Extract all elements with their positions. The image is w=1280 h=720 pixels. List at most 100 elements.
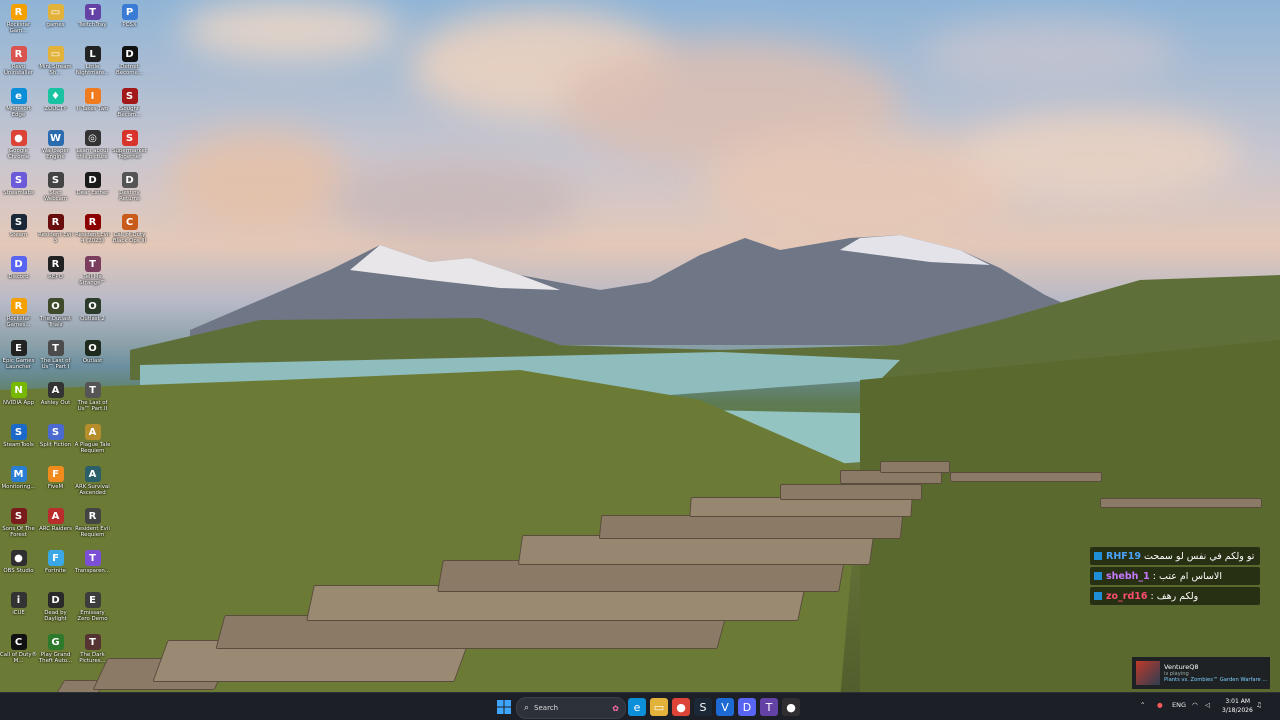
obs-taskbar-icon[interactable]: ● xyxy=(782,698,800,716)
steam-friend-notification[interactable]: VentureQ8 is playing Plants vs. Zombies™… xyxy=(1132,657,1270,689)
desktop-icon[interactable]: I Il Takes Two xyxy=(74,84,111,119)
desktop-icon[interactable]: D Detroit Become... xyxy=(111,42,148,77)
desktop-icon[interactable]: R Resident Evil 3 xyxy=(37,210,74,245)
desktop-icon-label: The Last of Us™ Part I xyxy=(40,358,71,371)
file-explorer-taskbar-icon[interactable]: ▭ xyxy=(650,698,668,716)
taskbar-search[interactable]: ⌕ Search ✿ xyxy=(516,697,626,719)
app-icon: ● xyxy=(10,550,27,566)
system-clock[interactable]: 3:01 AM 3/18/2026 xyxy=(1222,697,1253,715)
desktop-icon[interactable]: P PCSX xyxy=(111,0,148,35)
app-icon: E xyxy=(10,340,27,356)
desktop-icon[interactable]: W Wallpaper Engine xyxy=(37,126,74,161)
desktop-icon[interactable]: S Steam xyxy=(0,210,37,245)
edge-taskbar-icon[interactable]: e xyxy=(628,698,646,716)
desktop-icon[interactable]: A Ashley Out xyxy=(37,378,74,413)
chrome-taskbar-icon[interactable]: ● xyxy=(672,698,690,716)
desktop-icon[interactable]: T The Last of Us™ Part I xyxy=(37,336,74,371)
desktop-icon-label: Wallpaper Engine xyxy=(42,148,69,161)
app-icon: R xyxy=(47,214,64,230)
desktop-icon[interactable]: T The Last of Us™ Part II xyxy=(74,378,111,413)
desktop-icon[interactable]: T The Dark Pictures... xyxy=(74,630,111,665)
desktop-icon-label: ARK Survival Ascended xyxy=(75,484,110,497)
desktop[interactable]: R Rockstar Gam... ▭ games T TwitchTray P PCSX R R… xyxy=(0,0,1280,720)
desktop-icon-label: Emissary Zero Demo xyxy=(77,610,108,623)
desktop-icon[interactable]: D Discord xyxy=(0,252,37,287)
twitch-icon xyxy=(1094,552,1102,560)
desktop-icon[interactable]: T Transparen... xyxy=(74,546,111,581)
volume-icon[interactable]: ◁ xyxy=(1205,701,1210,709)
twitch-icon xyxy=(1094,572,1102,580)
desktop-icon[interactable]: F Fortnite xyxy=(37,546,74,581)
desktop-icon[interactable]: T Tell Me Strange™ xyxy=(74,252,111,287)
steam-taskbar-icon[interactable]: S xyxy=(694,698,712,716)
app-icon: T xyxy=(84,634,101,650)
desktop-icon[interactable]: G Play Grand Theft Auto... xyxy=(37,630,74,665)
desktop-icon[interactable]: L Little Nightmare... xyxy=(74,42,111,77)
app-icon: ▭ xyxy=(47,46,64,62)
desktop-icon[interactable]: M Monitoring... xyxy=(0,462,37,497)
desktop-icon-label: Resident Evil 3 xyxy=(38,232,73,245)
desktop-icon[interactable]: ▭ Mini Stream Sh... xyxy=(37,42,74,77)
desktop-icon[interactable]: C Call of Duty® M... xyxy=(0,630,37,665)
twitch-taskbar-icon[interactable]: T xyxy=(760,698,778,716)
desktop-icon[interactable]: D Dead by Daylight xyxy=(37,588,74,623)
desktop-icon[interactable]: i iCUE xyxy=(0,588,37,623)
clock-date: 3/18/2026 xyxy=(1222,707,1253,714)
desktop-icon[interactable]: S SteamTools xyxy=(0,420,37,455)
desktop-icon-label: Call of Duty® M... xyxy=(0,652,37,665)
desktop-icon[interactable]: S Stan Webcam xyxy=(37,168,74,203)
desktop-icon[interactable]: R Resident Evil Requiem xyxy=(74,504,111,539)
desktop-icon[interactable]: ● Google Chrome xyxy=(0,126,37,161)
app-icon: C xyxy=(121,214,138,230)
tray-overflow-icon[interactable]: ⌃ xyxy=(1140,701,1145,709)
start-button[interactable] xyxy=(495,698,513,716)
desktop-icon[interactable]: A A Plague Tale Requiem xyxy=(74,420,111,455)
app-icon: A xyxy=(47,382,64,398)
desktop-icon[interactable]: D Dear Esther xyxy=(74,168,111,203)
desktop-icon[interactable]: T TwitchTray xyxy=(74,0,111,35)
app-icon: ♦ xyxy=(47,88,64,104)
desktop-icon[interactable]: R Rockstar Gam... xyxy=(0,0,37,35)
desktop-icon[interactable]: R Resident Evil 4 (2023) xyxy=(74,210,111,245)
desktop-icon[interactable]: S Streamlabs xyxy=(0,168,37,203)
taskbar: ⌕ Search ✿ e ▭ ● S V D T ● ⌃ ● ENG ◠ ◁ 3:01 AM … xyxy=(0,692,1280,720)
desktop-icon[interactable]: F FiveM xyxy=(37,462,74,497)
notification-bell-icon[interactable]: ♫ xyxy=(1256,701,1262,709)
app-icon: D xyxy=(84,172,101,188)
vpn-taskbar-icon[interactable]: V xyxy=(716,698,734,716)
desktop-icon[interactable]: A ARK Survival Ascended xyxy=(74,462,111,497)
app-icon: S xyxy=(10,508,27,524)
desktop-icon-label: Destiny Returns xyxy=(119,190,140,203)
desktop-icon[interactable]: S Supermarket Together xyxy=(111,126,148,161)
desktop-icon[interactable]: D Destiny Returns xyxy=(111,168,148,203)
clock-time: 3:01 AM xyxy=(1225,698,1250,705)
desktop-icon[interactable]: ◎ Learn about this picture xyxy=(74,126,111,161)
desktop-icon[interactable]: e Microsoft Edge xyxy=(0,84,37,119)
desktop-icon[interactable]: O Outlast xyxy=(74,336,111,371)
discord-taskbar-icon[interactable]: D xyxy=(738,698,756,716)
desktop-icon[interactable]: S Sons Of The Forest xyxy=(0,504,37,539)
desktop-icon-label: Stan Webcam xyxy=(43,190,68,203)
desktop-icon[interactable]: O The Outlast Trials xyxy=(37,294,74,329)
desktop-icon[interactable]: E Epic Games Launcher xyxy=(0,336,37,371)
desktop-icon[interactable]: O Outlast 2 xyxy=(74,294,111,329)
desktop-icon[interactable]: ● OBS Studio xyxy=(0,546,37,581)
microphone-icon[interactable]: ● xyxy=(1157,701,1163,709)
desktop-icon[interactable]: ♦ ZOUCTY xyxy=(37,84,74,119)
desktop-icon[interactable]: S Split Fiction xyxy=(37,420,74,455)
language-indicator[interactable]: ENG xyxy=(1172,701,1186,709)
desktop-icon-label: TwitchTray xyxy=(78,22,107,28)
desktop-icon[interactable]: R REPO xyxy=(37,252,74,287)
app-icon: R xyxy=(47,256,64,272)
desktop-icon[interactable]: A ARC Raiders xyxy=(37,504,74,539)
desktop-icon[interactable]: N NVIDIA App xyxy=(0,378,37,413)
desktop-icon-label: Rockstar Games... xyxy=(6,316,31,329)
network-icon[interactable]: ◠ xyxy=(1192,701,1198,709)
desktop-icon[interactable]: ▭ games xyxy=(37,0,74,35)
desktop-icon[interactable]: E Emissary Zero Demo xyxy=(74,588,111,623)
desktop-icon[interactable]: R Revo Uninstaller xyxy=(0,42,37,77)
desktop-icon[interactable]: C Call of Duty Black Ops III xyxy=(111,210,148,245)
desktop-icon-label: Steam xyxy=(9,232,28,238)
desktop-icon[interactable]: S Sought Becom... xyxy=(111,84,148,119)
desktop-icon[interactable]: R Rockstar Games... xyxy=(0,294,37,329)
